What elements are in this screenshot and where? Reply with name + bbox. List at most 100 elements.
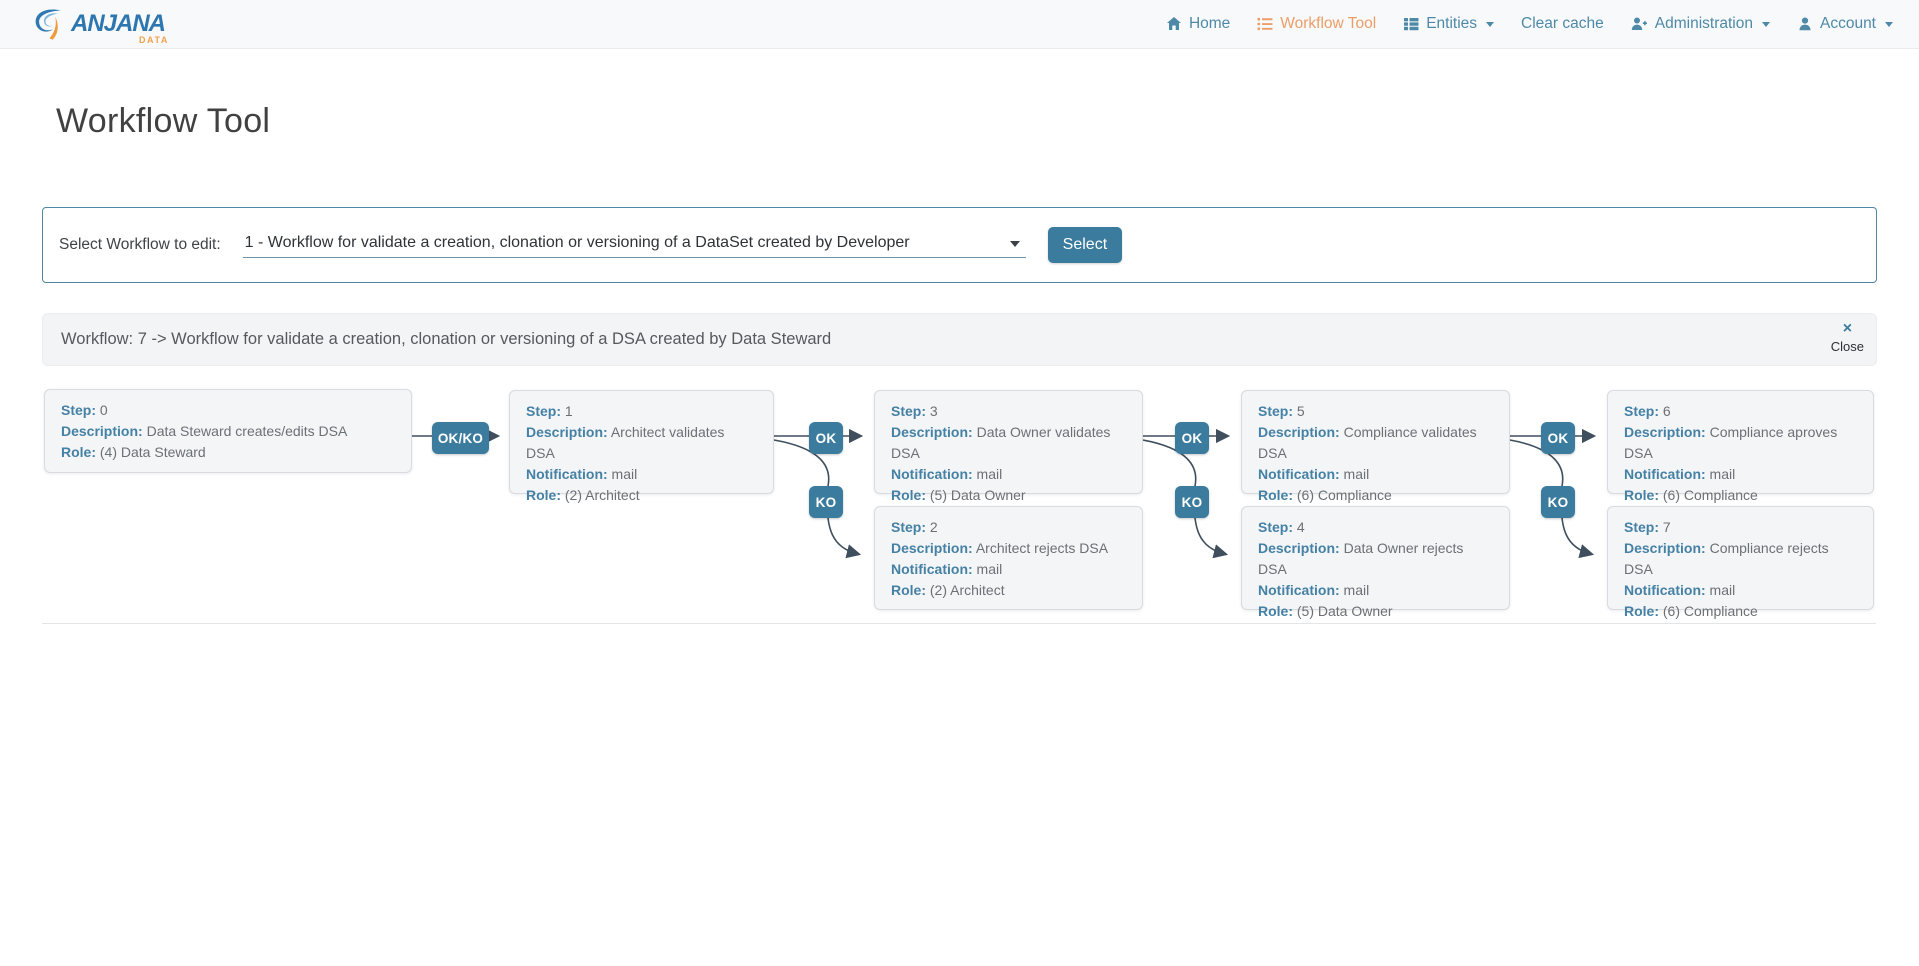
workflow-select-wrap: 1 - Workflow for validate a creation, cl… — [243, 232, 1026, 258]
role-field-label: Role: — [891, 487, 926, 503]
role-field-label: Role: — [1258, 487, 1293, 503]
step-card-5[interactable]: Step: 5 Description: Compliance validate… — [1241, 390, 1510, 494]
step-card-6[interactable]: Step: 6 Description: Compliance aproves … — [1607, 390, 1874, 494]
step-description-line: Description: Data Owner validates DSA — [891, 422, 1126, 464]
step-notification-line: Notification: mail — [1624, 464, 1857, 485]
notification-field-label: Notification: — [891, 561, 973, 577]
role-field-label: Role: — [1258, 603, 1293, 619]
list-icon — [1257, 16, 1273, 32]
step-description-line: Description: Architect rejects DSA — [891, 538, 1126, 559]
description-field-label: Description: — [1258, 540, 1340, 556]
step-card-4[interactable]: Step: 4 Description: Data Owner rejects … — [1241, 506, 1510, 610]
user-icon — [1797, 16, 1813, 32]
brand-logo[interactable]: ANJANA DATA — [30, 6, 169, 42]
description-field-label: Description: — [891, 540, 973, 556]
step-description-line: Description: Data Owner rejects DSA — [1258, 538, 1493, 580]
nav-item-label: Workflow Tool — [1280, 15, 1376, 33]
step-number-value: 4 — [1297, 519, 1305, 535]
chevron-down-icon — [1885, 22, 1893, 27]
edge-badge-ko: KO — [809, 486, 843, 518]
nav-item-label: Clear cache — [1521, 15, 1604, 33]
step-field-label: Step: — [1258, 519, 1293, 535]
step-role-value: (2) Architect — [565, 487, 640, 503]
nav-item-entities[interactable]: Entities — [1403, 15, 1494, 33]
step-number-line: Step: 5 — [1258, 401, 1493, 422]
step-role-line: Role: (5) Data Owner — [1258, 601, 1493, 622]
step-notification-value: mail — [1344, 466, 1370, 482]
step-description-line: Description: Compliance validates DSA — [1258, 422, 1493, 464]
step-notification-value: mail — [1344, 582, 1370, 598]
step-notification-value: mail — [1710, 466, 1736, 482]
role-field-label: Role: — [61, 444, 96, 460]
step-role-value: (2) Architect — [930, 582, 1005, 598]
step-field-label: Step: — [61, 402, 96, 418]
step-field-label: Step: — [526, 403, 561, 419]
step-role-value: (4) Data Steward — [100, 444, 206, 460]
close-icon: × — [1843, 319, 1852, 339]
step-description-line: Description: Data Steward creates/edits … — [61, 421, 395, 442]
step-role-line: Role: (6) Compliance — [1258, 485, 1493, 506]
step-notification-value: mail — [1710, 582, 1736, 598]
chevron-down-icon — [1486, 22, 1494, 27]
step-number-value: 2 — [930, 519, 938, 535]
home-icon — [1166, 16, 1182, 32]
role-field-label: Role: — [1624, 603, 1659, 619]
description-field-label: Description: — [1624, 424, 1706, 440]
role-field-label: Role: — [1624, 487, 1659, 503]
grid-list-icon — [1403, 16, 1419, 32]
step-field-label: Step: — [1624, 403, 1659, 419]
workflow-diagram: Step: 0 Description: Data Steward create… — [42, 386, 1876, 624]
nav-item-workflow-tool[interactable]: Workflow Tool — [1257, 15, 1376, 33]
nav-item-account[interactable]: Account — [1797, 15, 1893, 33]
step-role-line: Role: (5) Data Owner — [891, 485, 1126, 506]
step-card-0[interactable]: Step: 0 Description: Data Steward create… — [44, 389, 412, 473]
step-field-label: Step: — [1258, 403, 1293, 419]
edge-badge-ok: OK — [809, 422, 843, 454]
step-number-line: Step: 7 — [1624, 517, 1857, 538]
step-number-value: 5 — [1297, 403, 1305, 419]
step-field-label: Step: — [891, 403, 926, 419]
description-field-label: Description: — [526, 424, 608, 440]
workflow-selector-panel: Select Workflow to edit: 1 - Workflow fo… — [42, 207, 1877, 283]
role-field-label: Role: — [891, 582, 926, 598]
step-number-value: 6 — [1663, 403, 1671, 419]
step-role-value: (6) Compliance — [1663, 603, 1758, 619]
workflow-select-label: Select Workflow to edit: — [59, 236, 221, 254]
step-notification-line: Notification: mail — [891, 559, 1126, 580]
step-description-value: Data Steward creates/edits DSA — [147, 423, 348, 439]
step-number-line: Step: 1 — [526, 401, 757, 422]
step-notification-value: mail — [977, 466, 1003, 482]
nav-item-label: Entities — [1426, 15, 1477, 33]
top-navbar: ANJANA DATA Home Workflow Tool Entities … — [0, 0, 1919, 49]
step-role-line: Role: (6) Compliance — [1624, 601, 1857, 622]
step-role-value: (5) Data Owner — [930, 487, 1026, 503]
step-number-line: Step: 4 — [1258, 517, 1493, 538]
step-notification-value: mail — [612, 466, 638, 482]
edge-badge-ok: OK — [1175, 422, 1209, 454]
close-button[interactable]: × Close — [1831, 319, 1864, 355]
notification-field-label: Notification: — [526, 466, 608, 482]
edge-badge-ko: KO — [1175, 486, 1209, 518]
nav-item-home[interactable]: Home — [1166, 15, 1230, 33]
step-description-line: Description: Compliance aproves DSA — [1624, 422, 1857, 464]
step-role-line: Role: (6) Compliance — [1624, 485, 1857, 506]
step-number-value: 1 — [565, 403, 573, 419]
step-field-label: Step: — [891, 519, 926, 535]
nav-item-administration[interactable]: Administration — [1631, 15, 1770, 33]
select-button[interactable]: Select — [1048, 227, 1122, 263]
step-card-7[interactable]: Step: 7 Description: Compliance rejects … — [1607, 506, 1874, 610]
anjana-swirl-icon — [30, 6, 68, 42]
workflow-select[interactable]: 1 - Workflow for validate a creation, cl… — [243, 232, 1026, 258]
brand-sub: DATA — [139, 36, 169, 45]
user-plus-icon — [1631, 16, 1648, 32]
step-card-1[interactable]: Step: 1 Description: Architect validates… — [509, 390, 774, 494]
nav-item-label: Account — [1820, 15, 1876, 33]
notification-field-label: Notification: — [891, 466, 973, 482]
step-card-3[interactable]: Step: 3 Description: Data Owner validate… — [874, 390, 1143, 494]
step-number-line: Step: 0 — [61, 400, 395, 421]
chevron-down-icon — [1762, 22, 1770, 27]
description-field-label: Description: — [1624, 540, 1706, 556]
step-card-2[interactable]: Step: 2 Description: Architect rejects D… — [874, 506, 1143, 610]
nav-item-clear-cache[interactable]: Clear cache — [1521, 15, 1604, 33]
description-field-label: Description: — [61, 423, 143, 439]
